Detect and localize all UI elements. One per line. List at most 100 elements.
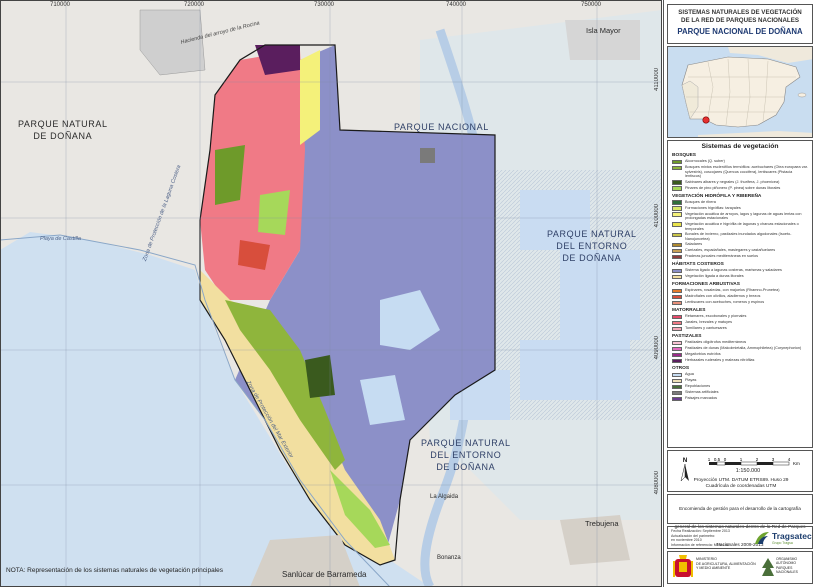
- legend-swatch: [672, 248, 682, 254]
- grid-label-y-4100000: 4100000: [654, 204, 660, 228]
- legend-item: Vegetación acuática de arroyos, lagos y …: [672, 212, 808, 221]
- aquatic-strip: [300, 50, 320, 145]
- ministerio-text: MINISTERIO DE AGRICULTURA, ALIMENTACIÓN …: [696, 557, 756, 571]
- legend-swatch: [672, 200, 682, 205]
- legend-swatch: [672, 274, 682, 280]
- legend-item: Saladares: [672, 242, 808, 248]
- legend-swatch: [672, 186, 682, 191]
- legend-swatch: [672, 340, 682, 346]
- legend-label: Pinares de pino piñonero (P. pinea) sobr…: [685, 185, 781, 190]
- grid-label-x-730000: 730000: [314, 2, 335, 8]
- legend-item: Espinares, rosaledas, con majuelos (Rham…: [672, 288, 808, 294]
- legend-swatch: [672, 346, 682, 352]
- legend-title: Sistemas de vegetación: [701, 143, 779, 150]
- projection-line-2: Cuadrícula de coordenadas UTM: [705, 483, 777, 489]
- legend-swatch: [672, 294, 682, 300]
- grid-label-x-710000: 710000: [50, 2, 71, 8]
- tragsatec-logo-icon: [755, 532, 769, 544]
- tragsatec-sub: Grupo Tragsa: [772, 541, 793, 545]
- madronal-patch: [238, 240, 270, 270]
- legend-item: Vegetación ligada a dunas litorales: [672, 274, 808, 280]
- scale-ratio: 1:150.000: [735, 468, 761, 474]
- title-line-2: DE LA RED DE PARQUES NACIONALES: [681, 16, 799, 24]
- organismo-text: ORGANISMO AUTÓNOMO PARQUES NACIONALES: [776, 557, 798, 575]
- label-pn-entorno-south: PARQUE NATURAL DEL ENTORNO DE DOÑANA: [421, 438, 511, 472]
- legend-label: Vegetación acuática e higrófila de lagun…: [685, 221, 799, 231]
- label-parque-nacional: PARQUE NACIONAL: [394, 122, 489, 132]
- label-trebujena: Trebujena: [585, 519, 619, 528]
- legend-label: Sistema ligado a lagunas costeras, maris…: [685, 268, 782, 273]
- legend-label: Bosques mixtos esclerófilos termófilos: …: [685, 165, 808, 179]
- meta-line-1: Fecha Realización: Septiembre 2013: [671, 529, 730, 533]
- map-note: NOTA: Representación de los sistemas nat…: [6, 567, 224, 574]
- map-frame[interactable]: 710000 720000 730000 740000 750000 41100…: [0, 0, 662, 587]
- legend-item: Vegetación acuática e higrófila de lagun…: [672, 222, 808, 231]
- legend-swatch: [672, 390, 682, 396]
- legend-item: Lentiscares con acebuches, romeros y esp…: [672, 300, 808, 306]
- meta-line-4: Información de referencia: MTN 1:50: [671, 543, 730, 547]
- legend-item: Megaforbios eutrófos: [672, 352, 808, 358]
- legend-swatch: [672, 372, 682, 378]
- legend-box: Sistemas de vegetación BOSQUES Alcornocal…: [667, 140, 813, 448]
- sabinar-patch: [305, 355, 335, 398]
- locator-map: [667, 46, 813, 138]
- legend-swatch: [672, 232, 682, 238]
- legend-label: Paisajes marcados: [685, 396, 718, 401]
- legend-swatch: [672, 254, 682, 260]
- legend-label: Jarales, brezales y matuyes: [685, 320, 733, 325]
- legend-swatch: [672, 358, 682, 364]
- spain-coat-of-arms-icon: [673, 555, 693, 577]
- grid-label-x-720000: 720000: [184, 2, 205, 8]
- legend-item: Bosques de ribera: [672, 200, 808, 205]
- legend-swatch: [672, 378, 682, 384]
- legend-item: Agua: [672, 372, 808, 378]
- legend-swatch: [672, 212, 682, 217]
- legend-label: Repoblaciones: [685, 384, 711, 389]
- projection-line-1: Proyección UTM. DATUM ETRS89. Huso 29: [693, 478, 789, 483]
- label-bonanza: Bonanza: [437, 555, 461, 561]
- legend-item: Sabinares albares y negrales (J. thurife…: [672, 180, 808, 185]
- legend-label: Bosques de ribera: [685, 199, 716, 204]
- scale-box: N 1 0.5 0 1 2 3 4 Km 1:150.000 Proyección UTM. …: [667, 450, 813, 492]
- parques-nacionales-logo-icon: [762, 558, 774, 576]
- legend-item: Bosques mixtos esclerófilos termófilos: …: [672, 165, 808, 179]
- legend-swatch: [672, 165, 682, 170]
- legend-label: Saladares: [685, 242, 703, 247]
- legend-item: Pastizales oligótrofos mediterráneos: [672, 340, 808, 346]
- title-line-3: PARQUE NACIONAL DE DOÑANA: [677, 27, 803, 36]
- legend-swatch: [672, 242, 682, 248]
- label-la-algaida: La Algaida: [430, 494, 459, 500]
- legend-label: Retamares, escobonales y piornales: [685, 314, 747, 319]
- iberia-shape: [681, 56, 801, 128]
- legend-label: Agua: [685, 372, 694, 377]
- map-canvas[interactable]: [0, 0, 662, 587]
- tragsatec-name: Tragsatec: [772, 531, 812, 541]
- scale-bar: 1 0.5 0 1 2 3 4Km: [708, 457, 800, 466]
- legend-label: Vegetación ligada a dunas litorales: [685, 274, 744, 279]
- label-pn-entorno-east: PARQUE NATURAL DEL ENTORNO DE DOÑANA: [547, 229, 637, 263]
- legend-list: BOSQUES Alcornocales (Q. suber) Bosques mi…: [672, 153, 808, 402]
- lagoon-3: [520, 340, 630, 400]
- legend-label: Lentiscares con acebuches, romeros y esp…: [685, 300, 765, 305]
- grid-label-x-740000: 740000: [446, 2, 467, 8]
- scale-tick-label: 2: [756, 457, 759, 462]
- donana-location-marker: [702, 116, 710, 124]
- legend-swatch: [672, 206, 682, 211]
- projection-info: Proyección UTM. DATUM ETRS89. Huso 29 Cu…: [672, 478, 810, 489]
- legend-label: Herbazales ruderales y malezas nitrófila…: [685, 358, 755, 363]
- legend-section-title: FORMACIONES ARBUSTIVAS: [672, 282, 740, 288]
- title-box: SISTEMAS NATURALES DE VEGETACIÓN DE LA R…: [667, 4, 813, 44]
- legend-item: Pastizales de dunas (Malcolmietalia, Amm…: [672, 346, 808, 352]
- legend-item: Formaciones higrófilas: tarayales: [672, 206, 808, 211]
- title-line-1: SISTEMAS NATURALES DE VEGETACIÓN: [678, 9, 802, 16]
- legend-item: Praderas juncales mediterráneas en suelo…: [672, 254, 808, 260]
- scale-tick-label: 0.5: [714, 457, 721, 462]
- legend-swatch: [672, 352, 682, 358]
- balearic-shape: [797, 92, 807, 98]
- scale-tick-label: 3: [772, 457, 775, 462]
- legend-label: Vegetación acuática de arroyos, lagos y …: [685, 211, 802, 221]
- legend-item: Carrizales, espadañales, masiegares y ca…: [672, 248, 808, 254]
- legend-item: Sistemas artificiales: [672, 390, 808, 396]
- pine-patch-1: [258, 190, 290, 235]
- legend-label: Tomillares y cantuesares: [685, 326, 727, 331]
